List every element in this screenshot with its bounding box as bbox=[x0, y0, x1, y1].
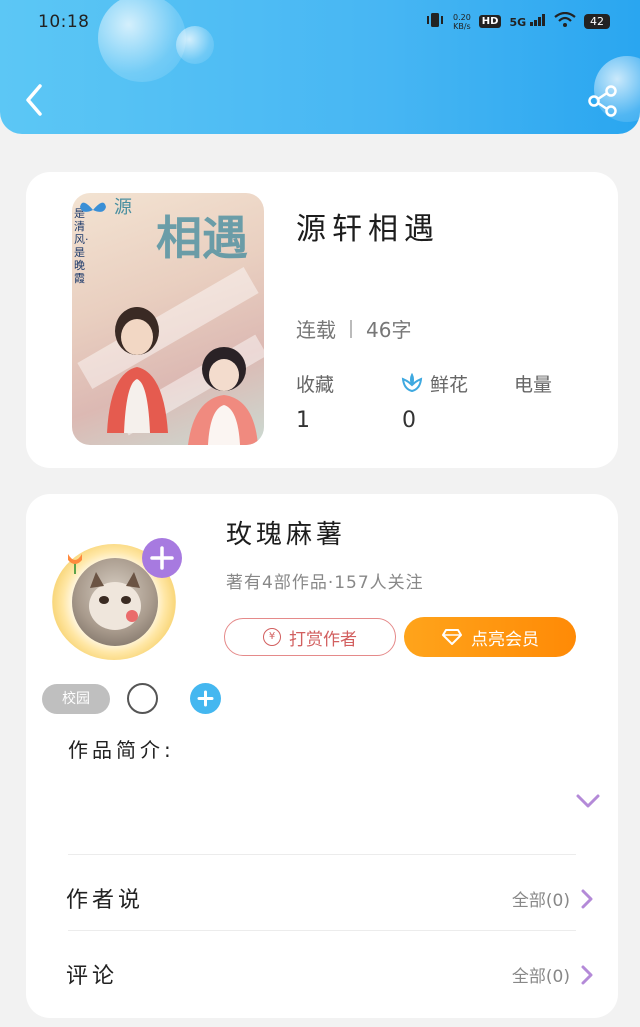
tag-campus[interactable]: 校园 bbox=[42, 684, 110, 714]
share-icon bbox=[588, 85, 617, 117]
divider bbox=[68, 930, 576, 931]
cover-figure bbox=[107, 307, 168, 433]
author-says-count: 全部(0) bbox=[511, 891, 570, 911]
book-cover[interactable]: 是清风·是晚霞 源 相遇 bbox=[72, 193, 264, 445]
tag-empty-slot[interactable] bbox=[127, 683, 158, 714]
book-meta: 连载 46字 bbox=[296, 314, 411, 343]
tulip-icon bbox=[68, 554, 82, 574]
battery-indicator: 42 bbox=[584, 14, 610, 29]
add-tag-button[interactable] bbox=[190, 683, 221, 714]
cover-figure bbox=[188, 347, 258, 445]
butterfly-icon bbox=[80, 202, 106, 212]
chevron-right-icon bbox=[581, 889, 593, 908]
tip-label: 打赏作者 bbox=[289, 629, 357, 650]
decor-bubble bbox=[176, 26, 214, 64]
author-stats: 著有4部作品·157人关注 bbox=[226, 573, 424, 593]
cover-top-text: 源 bbox=[114, 197, 132, 218]
comments-label: 评论 bbox=[66, 964, 119, 989]
flower-label: 鲜花 bbox=[430, 374, 469, 396]
cover-title: 相遇 bbox=[156, 211, 248, 265]
wifi-icon bbox=[554, 11, 576, 31]
comments-all-link[interactable]: 全部(0) bbox=[512, 962, 594, 987]
tip-author-button[interactable]: ¥ 打赏作者 bbox=[224, 618, 396, 656]
share-button[interactable] bbox=[586, 84, 620, 118]
vip-button[interactable]: 点亮会员 bbox=[404, 617, 576, 657]
app-header: 10:18 0.20 KB/s HD 5G 42 bbox=[0, 0, 640, 134]
flower-icon bbox=[401, 372, 423, 392]
status-icons: 0.20 KB/s HD 5G 42 bbox=[425, 11, 610, 31]
word-count: 46字 bbox=[366, 318, 412, 342]
status-time: 10:18 bbox=[38, 12, 90, 32]
signal-5g: 5G bbox=[509, 14, 546, 29]
power-label[interactable]: 电量 bbox=[514, 370, 552, 397]
collect-count: 1 bbox=[296, 408, 310, 433]
plus-icon bbox=[150, 546, 174, 570]
author-says-label: 作者说 bbox=[66, 888, 145, 913]
intro-label: 作品简介: bbox=[68, 738, 175, 762]
serial-status: 连载 bbox=[296, 318, 336, 342]
book-title: 源轩相遇 bbox=[296, 212, 440, 247]
expand-intro-button[interactable] bbox=[574, 790, 602, 812]
divider bbox=[68, 854, 576, 855]
vip-label: 点亮会员 bbox=[471, 629, 539, 650]
book-info-card: 是清风·是晚霞 源 相遇 源轩相遇 连载 46字 收藏 鲜花 电量 1 0 bbox=[26, 172, 618, 468]
author-says-all-link[interactable]: 全部(0) bbox=[512, 886, 594, 911]
flower-stat[interactable]: 鲜花 bbox=[400, 370, 468, 397]
meta-divider bbox=[350, 319, 352, 338]
collect-label[interactable]: 收藏 bbox=[296, 370, 334, 397]
decor-bubble bbox=[98, 0, 186, 82]
chevron-right-icon bbox=[581, 965, 593, 984]
back-button[interactable] bbox=[20, 82, 50, 118]
hd-badge: HD bbox=[478, 15, 502, 28]
flower-count: 0 bbox=[402, 408, 416, 433]
follow-add-button[interactable] bbox=[142, 538, 182, 578]
yen-icon: ¥ bbox=[263, 628, 281, 646]
author-card: 玫瑰麻薯 著有4部作品·157人关注 ¥ 打赏作者 点亮会员 校园 作品简介: … bbox=[26, 494, 618, 1018]
chevron-down-icon bbox=[576, 794, 600, 808]
vibrate-icon bbox=[425, 12, 445, 31]
diamond-icon bbox=[442, 629, 462, 645]
comments-count: 全部(0) bbox=[511, 967, 570, 987]
author-name[interactable]: 玫瑰麻薯 bbox=[226, 514, 346, 551]
plus-icon bbox=[197, 690, 214, 707]
net-speed: 0.20 KB/s bbox=[452, 12, 471, 31]
